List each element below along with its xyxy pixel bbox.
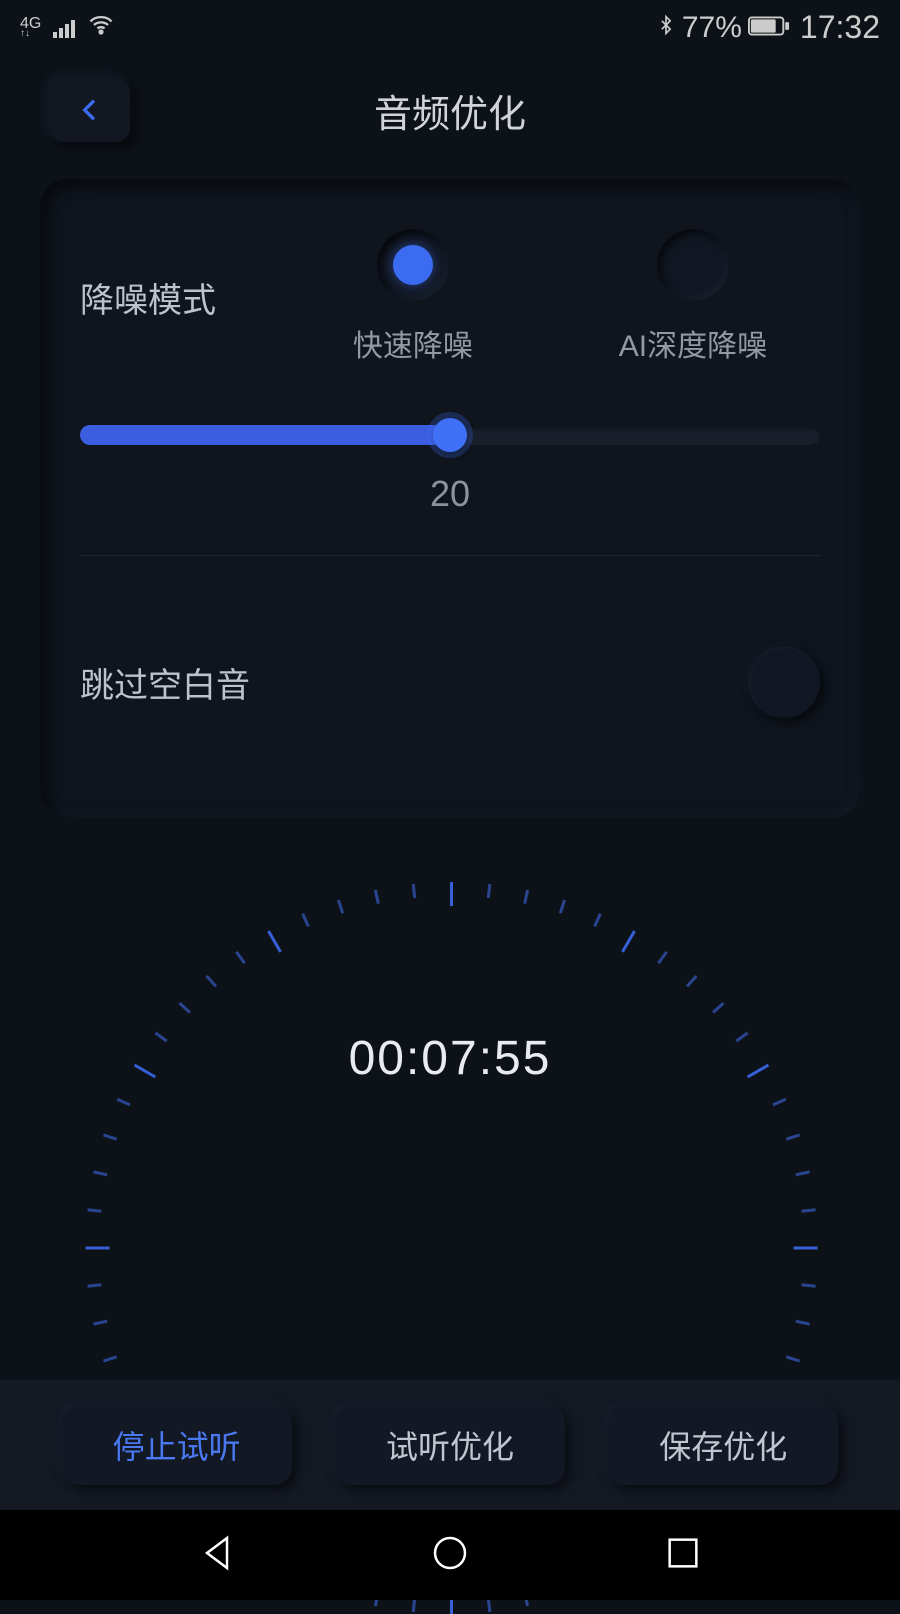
noise-reduction-row: 降噪模式 快速降噪 AI深度降噪 (80, 229, 820, 365)
radio-icon (377, 229, 449, 301)
noise-reduction-label: 降噪模式 (80, 273, 300, 322)
skip-silence-row: 跳过空白音 (80, 596, 820, 748)
skip-silence-label: 跳过空白音 (80, 658, 300, 707)
divider (80, 555, 820, 556)
bluetooth-icon (656, 11, 676, 45)
radio-label: 快速降噪 (353, 321, 473, 365)
radio-option-fast[interactable]: 快速降噪 (353, 229, 473, 365)
signal-icon (53, 18, 75, 38)
timer-dial-container: 00:07:55 (0, 868, 900, 1248)
status-time: 17:32 (800, 9, 880, 46)
nav-back-button[interactable] (197, 1533, 237, 1578)
status-right: 77% 17:32 (656, 9, 880, 46)
action-button-bar: 停止试听 试听优化 保存优化 (0, 1380, 900, 1510)
noise-slider-section: 20 (80, 425, 820, 515)
slider-fill (80, 425, 450, 445)
radio-icon (657, 229, 729, 301)
battery-percentage: 77% (682, 11, 742, 45)
circle-home-icon (430, 1533, 470, 1573)
timer-dial: 00:07:55 (260, 868, 640, 1248)
save-optimize-button[interactable]: 保存优化 (608, 1405, 838, 1485)
square-recent-icon (663, 1533, 703, 1573)
noise-level-slider[interactable] (80, 425, 820, 445)
settings-card: 降噪模式 快速降噪 AI深度降噪 20 跳过空白音 (40, 179, 860, 818)
noise-mode-radio-group: 快速降噪 AI深度降噪 (300, 229, 820, 365)
header: 音频优化 (0, 55, 900, 165)
nav-home-button[interactable] (430, 1533, 470, 1578)
chevron-left-icon (74, 94, 106, 126)
triangle-back-icon (197, 1533, 237, 1573)
radio-option-ai[interactable]: AI深度降噪 (619, 229, 767, 365)
slider-value: 20 (80, 473, 820, 515)
radio-label: AI深度降噪 (619, 321, 767, 365)
network-type-icon: 4G ↑↓ (20, 18, 41, 36)
stop-preview-button[interactable]: 停止试听 (62, 1405, 292, 1485)
battery-icon (748, 11, 790, 45)
wifi-icon (87, 11, 115, 44)
back-button[interactable] (50, 78, 130, 142)
status-bar: 4G ↑↓ 77% 17:3 (0, 0, 900, 55)
nav-recent-button[interactable] (663, 1533, 703, 1578)
android-nav-bar (0, 1510, 900, 1600)
status-left: 4G ↑↓ (20, 11, 115, 44)
slider-thumb[interactable] (433, 418, 467, 452)
preview-optimize-button[interactable]: 试听优化 (335, 1405, 565, 1485)
page-title: 音频优化 (374, 83, 526, 138)
skip-silence-toggle[interactable] (748, 646, 820, 718)
